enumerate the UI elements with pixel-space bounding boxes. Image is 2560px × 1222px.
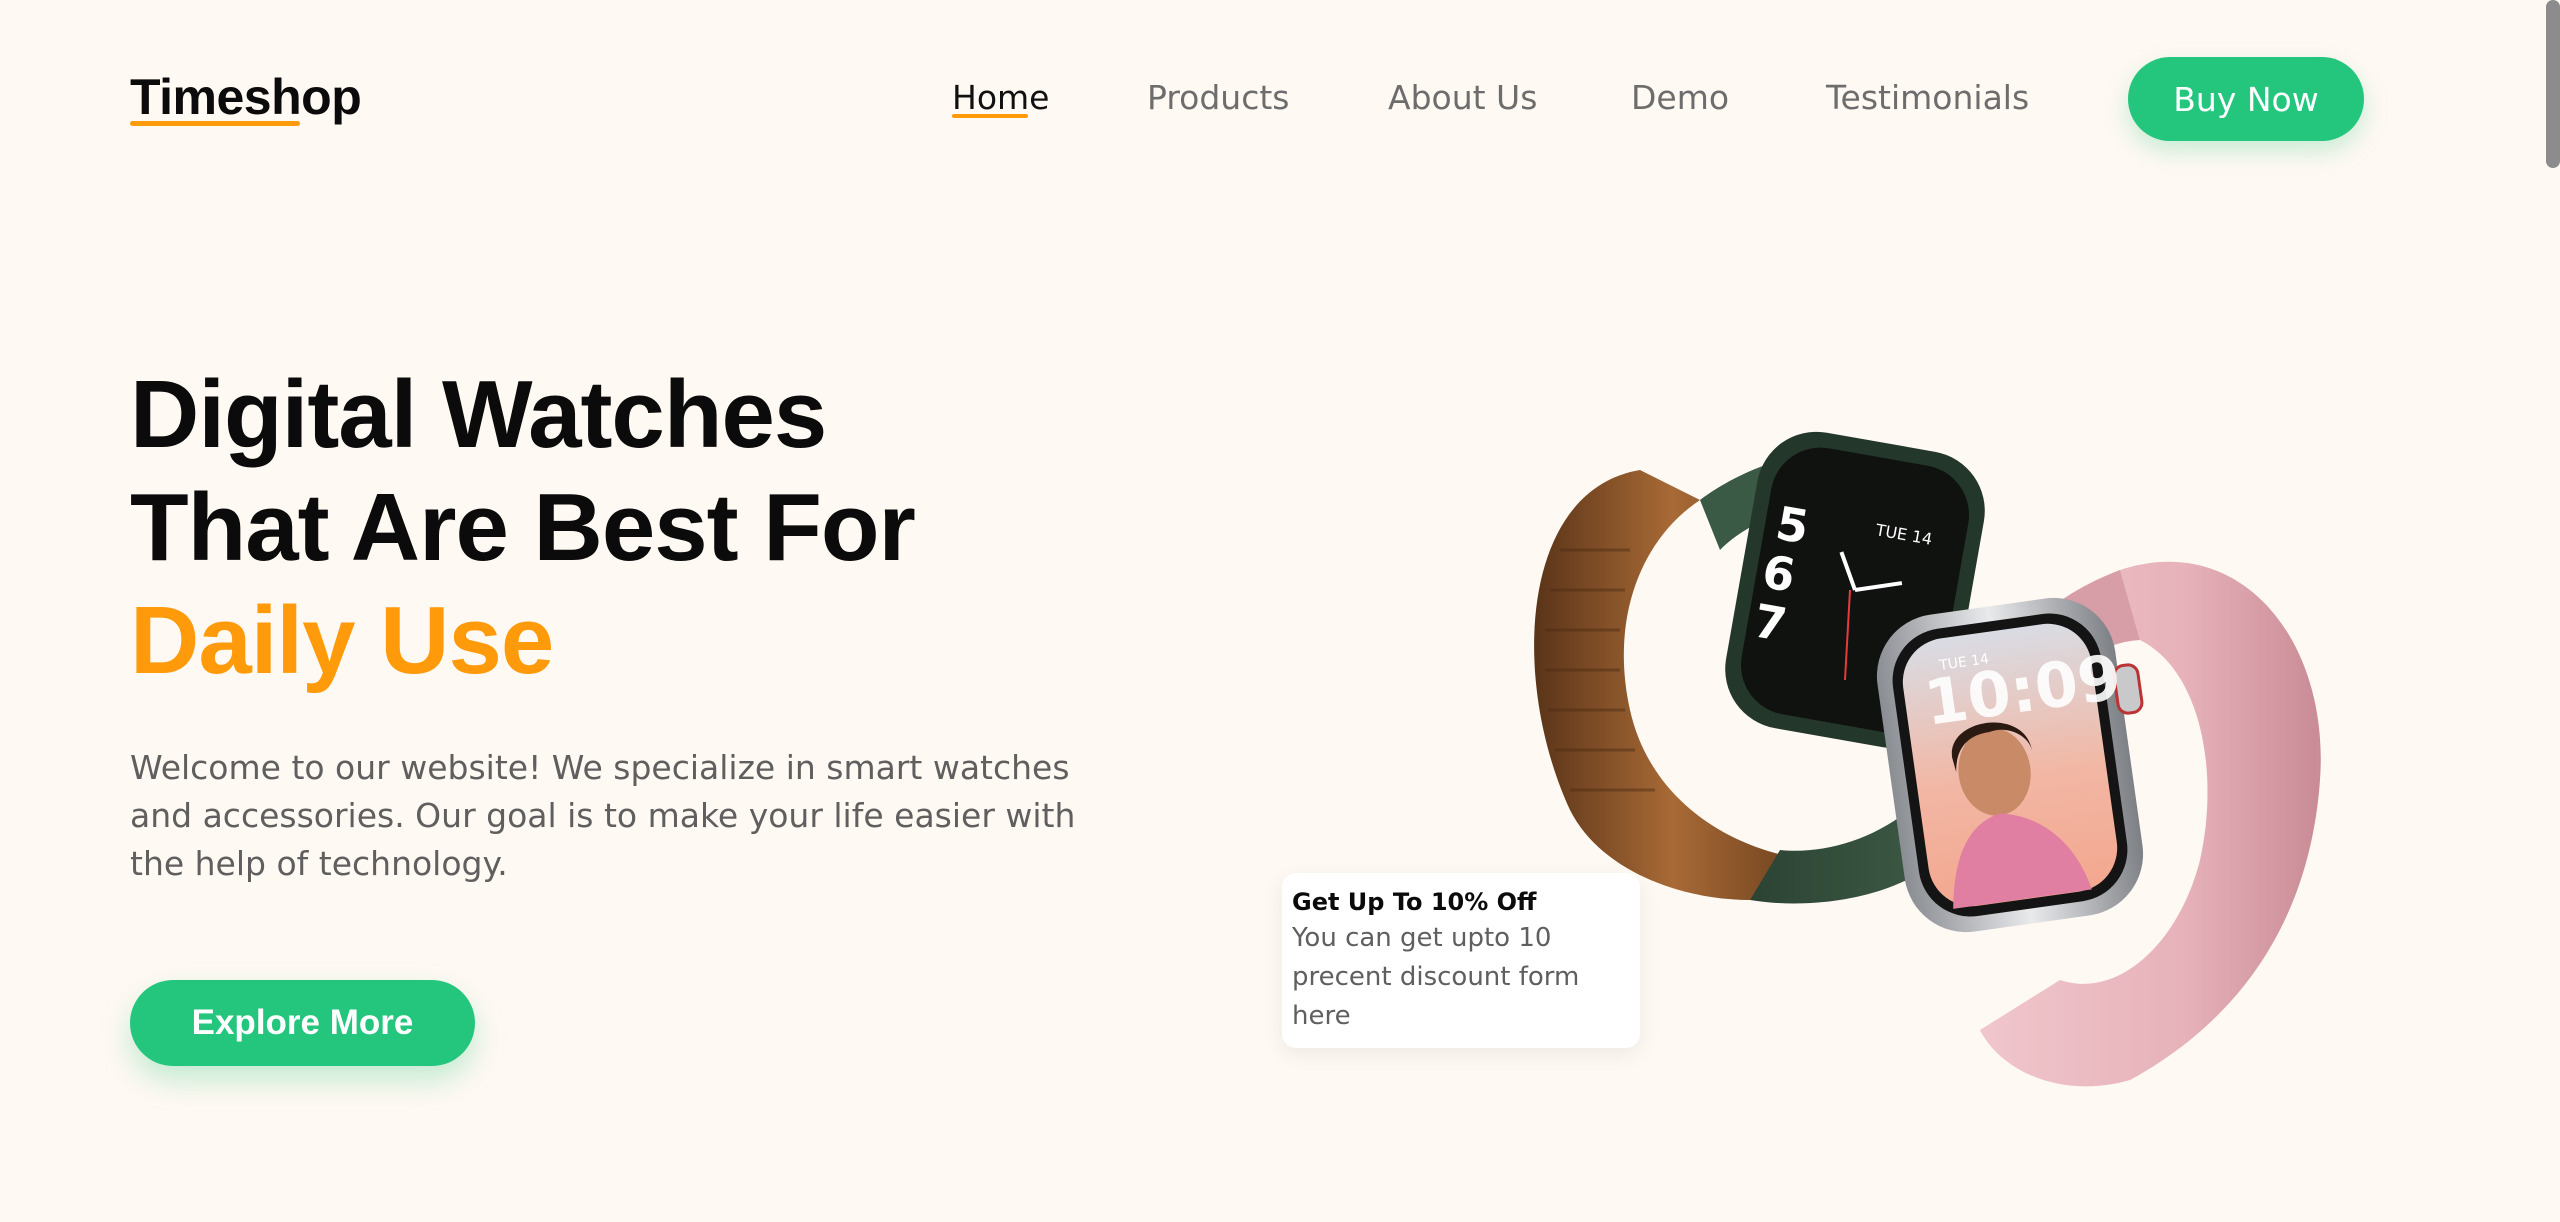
- logo[interactable]: Timeshop: [130, 68, 362, 126]
- hero-title-line-1: Digital Watches: [130, 361, 827, 468]
- hero-title-line-2: That Are Best For: [130, 474, 916, 581]
- explore-more-button[interactable]: Explore More: [130, 980, 475, 1066]
- scrollbar-thumb[interactable]: [2546, 0, 2560, 168]
- nav-about-us[interactable]: About Us: [1388, 78, 1537, 117]
- page: Timeshop Home Products About Us Demo Tes…: [0, 0, 2560, 1222]
- discount-card: Get Up To 10% Off You can get upto 10 pr…: [1282, 873, 1640, 1048]
- nav-home[interactable]: Home: [952, 78, 1049, 117]
- discount-title: Get Up To 10% Off: [1292, 888, 1537, 916]
- nav-testimonials[interactable]: Testimonials: [1826, 78, 2029, 117]
- buy-now-button[interactable]: Buy Now: [2128, 57, 2364, 141]
- nav-active-indicator: [952, 114, 1028, 118]
- hero-title-accent: Daily Use: [130, 587, 554, 694]
- nav-demo[interactable]: Demo: [1631, 78, 1729, 117]
- logo-underline: [130, 121, 300, 126]
- hero-description: Welcome to our website! We specialize in…: [130, 748, 1076, 883]
- nav-products[interactable]: Products: [1147, 78, 1290, 117]
- discount-text: You can get upto 10 precent discount for…: [1292, 923, 1580, 1031]
